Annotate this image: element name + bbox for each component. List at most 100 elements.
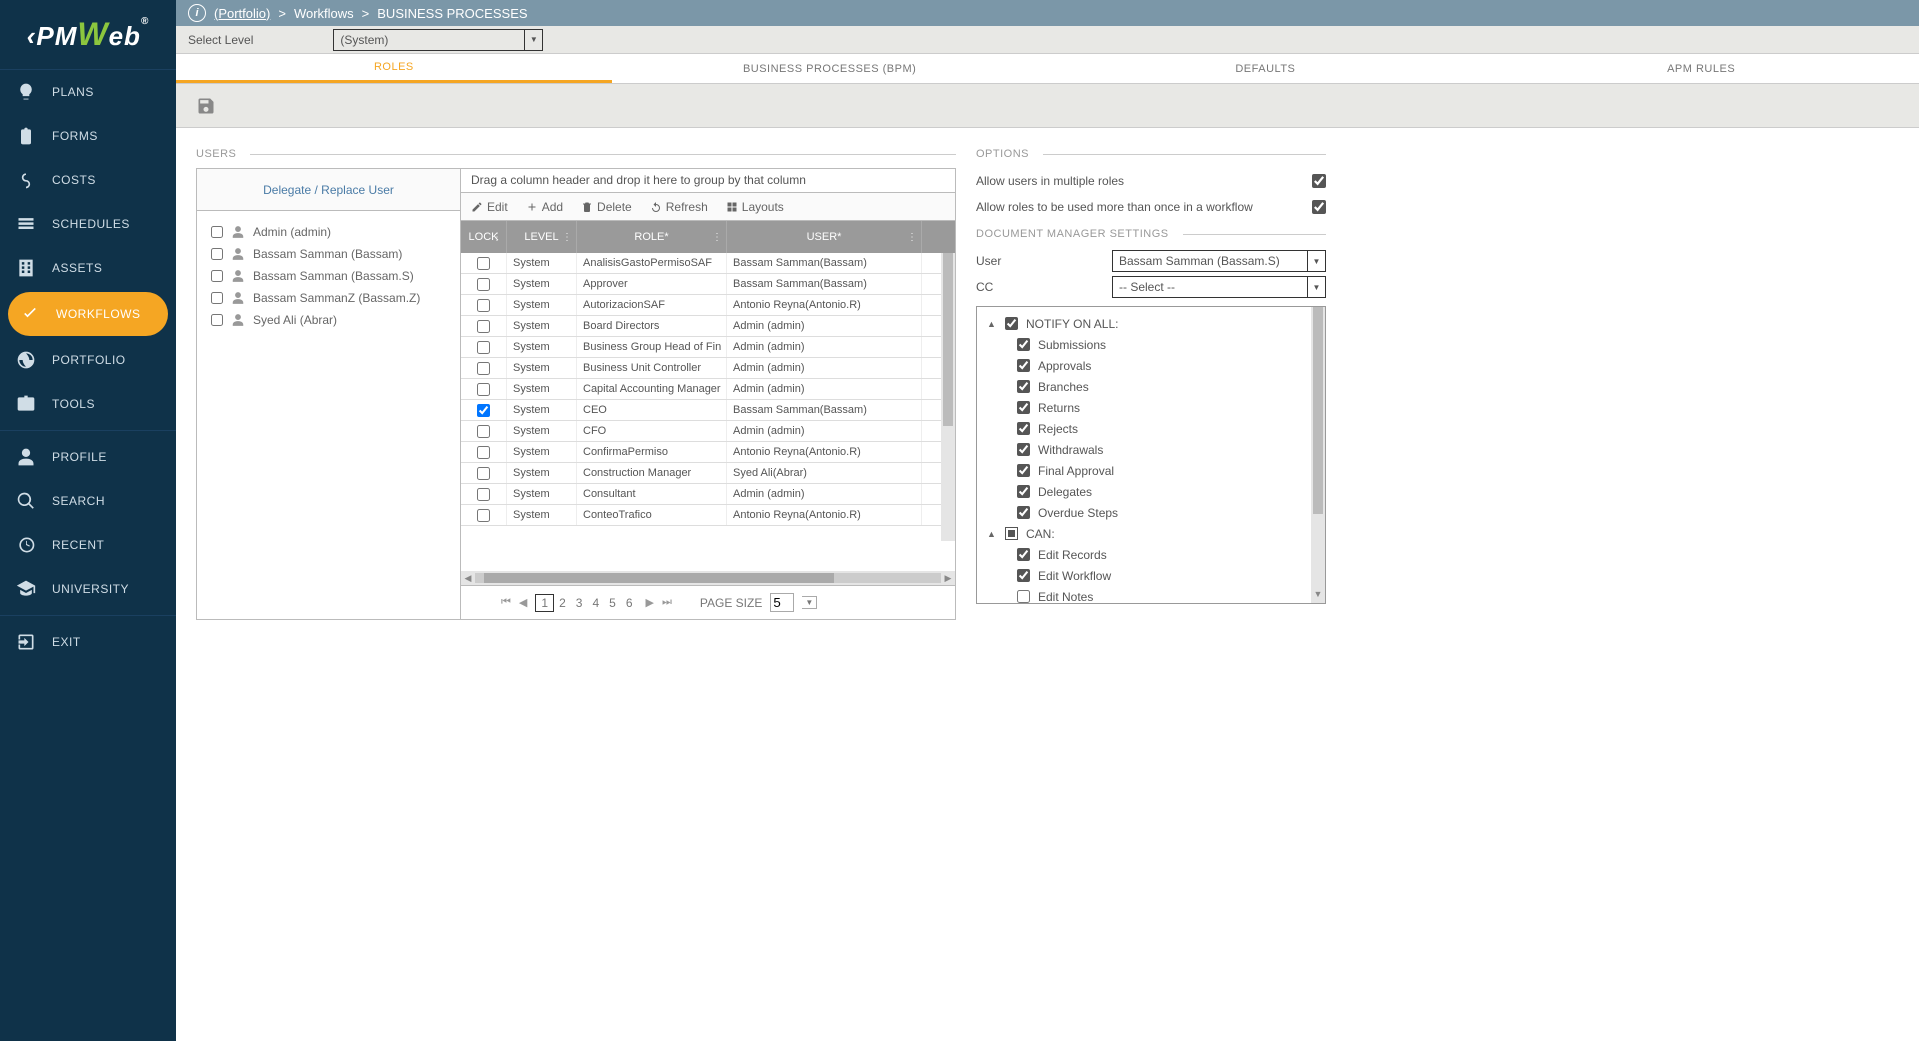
table-row[interactable]: SystemCapital Accounting ManagerAdmin (a…: [461, 379, 955, 400]
tree-item[interactable]: Returns: [987, 397, 1315, 418]
tree-item[interactable]: Edit Workflow: [987, 565, 1315, 586]
grid-edit-button[interactable]: Edit: [471, 200, 508, 214]
table-row[interactable]: SystemBoard DirectorsAdmin (admin): [461, 316, 955, 337]
user-checkbox[interactable]: [211, 270, 223, 282]
user-checkbox[interactable]: [211, 248, 223, 260]
lock-checkbox[interactable]: [477, 278, 490, 291]
table-row[interactable]: SystemCEOBassam Samman(Bassam): [461, 400, 955, 421]
tree-checkbox[interactable]: [1017, 548, 1030, 561]
tree-item[interactable]: Approvals: [987, 355, 1315, 376]
tree-checkbox[interactable]: [1017, 464, 1030, 477]
user-row[interactable]: Admin (admin): [211, 221, 446, 243]
col-header-user[interactable]: USER*⋮: [727, 221, 922, 253]
col-menu-icon[interactable]: ⋮: [492, 232, 502, 243]
lock-checkbox[interactable]: [477, 425, 490, 438]
sidebar-item-plans[interactable]: PLANS: [0, 70, 176, 114]
tree-checkbox[interactable]: [1017, 359, 1030, 372]
sidebar-item-workflows[interactable]: WORKFLOWS: [8, 292, 168, 336]
col-menu-icon[interactable]: ⋮: [562, 232, 572, 243]
tree-checkbox[interactable]: [1017, 338, 1030, 351]
lock-checkbox[interactable]: [477, 320, 490, 333]
caret-icon[interactable]: ▲: [987, 529, 997, 539]
pager-first[interactable]: ⏮: [501, 596, 511, 609]
lock-checkbox[interactable]: [477, 404, 490, 417]
lock-checkbox[interactable]: [477, 446, 490, 459]
tree-item[interactable]: Submissions: [987, 334, 1315, 355]
opt-multiple-roles-check[interactable]: [1312, 174, 1326, 188]
tab-roles[interactable]: ROLES: [176, 54, 612, 83]
pager-prev[interactable]: ◀: [519, 596, 527, 609]
tree-group-notify[interactable]: ▲NOTIFY ON ALL:: [987, 313, 1315, 334]
grid-delete-button[interactable]: Delete: [581, 200, 632, 214]
delegate-header[interactable]: Delegate / Replace User: [197, 169, 460, 211]
user-checkbox[interactable]: [211, 314, 223, 326]
lock-checkbox[interactable]: [477, 299, 490, 312]
sidebar-item-forms[interactable]: FORMS: [0, 114, 176, 158]
table-row[interactable]: SystemAnalisisGastoPermisoSAFBassam Samm…: [461, 253, 955, 274]
pager-page-1[interactable]: 1: [535, 594, 554, 612]
cc-select[interactable]: -- Select -- ▼: [1112, 276, 1326, 298]
sidebar-item-recent[interactable]: RECENT: [0, 523, 176, 567]
sidebar-item-university[interactable]: UNIVERSITY: [0, 567, 176, 611]
tree-item[interactable]: Overdue Steps: [987, 502, 1315, 523]
user-row[interactable]: Bassam Samman (Bassam): [211, 243, 446, 265]
breadcrumb-workflows[interactable]: Workflows: [294, 6, 354, 21]
lock-checkbox[interactable]: [477, 488, 490, 501]
save-icon[interactable]: [196, 96, 216, 116]
tree-vscroll[interactable]: ▼: [1311, 307, 1325, 603]
lock-checkbox[interactable]: [477, 341, 490, 354]
grid-vscroll[interactable]: [941, 253, 955, 541]
table-row[interactable]: SystemConsultantAdmin (admin): [461, 484, 955, 505]
table-row[interactable]: SystemConteoTraficoAntonio Reyna(Antonio…: [461, 505, 955, 526]
lock-checkbox[interactable]: [477, 257, 490, 270]
tree-item[interactable]: Final Approval: [987, 460, 1315, 481]
caret-icon[interactable]: ▲: [987, 319, 997, 329]
tree-item[interactable]: Branches: [987, 376, 1315, 397]
user-row[interactable]: Syed Ali (Abrar): [211, 309, 446, 331]
sidebar-item-assets[interactable]: ASSETS: [0, 246, 176, 290]
sidebar-item-tools[interactable]: TOOLS: [0, 382, 176, 426]
pager-page-6[interactable]: 6: [621, 595, 638, 611]
pager-last[interactable]: ⏭: [662, 596, 672, 609]
grid-group-hint[interactable]: Drag a column header and drop it here to…: [461, 169, 955, 193]
col-header-level[interactable]: LEVEL⋮: [507, 221, 577, 253]
table-row[interactable]: SystemConfirmaPermisoAntonio Reyna(Anton…: [461, 442, 955, 463]
tree-item[interactable]: Edit Notes: [987, 586, 1315, 604]
tab-defaults[interactable]: DEFAULTS: [1048, 54, 1484, 83]
pager-next[interactable]: ▶: [646, 596, 654, 609]
tree-item[interactable]: Withdrawals: [987, 439, 1315, 460]
sidebar-item-portfolio[interactable]: PORTFOLIO: [0, 338, 176, 382]
user-select[interactable]: Bassam Samman (Bassam.S) ▼: [1112, 250, 1326, 272]
can-indeterminate-check[interactable]: [1005, 527, 1018, 540]
notify-all-check[interactable]: [1005, 317, 1018, 330]
user-row[interactable]: Bassam SammanZ (Bassam.Z): [211, 287, 446, 309]
sidebar-item-schedules[interactable]: SCHEDULES: [0, 202, 176, 246]
sidebar-item-profile[interactable]: PROFILE: [0, 435, 176, 479]
lock-checkbox[interactable]: [477, 509, 490, 522]
col-header-role[interactable]: ROLE*⋮: [577, 221, 727, 253]
col-header-lock[interactable]: LOCK⋮: [461, 221, 507, 253]
tree-checkbox[interactable]: [1017, 443, 1030, 456]
grid-hscroll[interactable]: ◀▶: [461, 571, 955, 585]
grid-add-button[interactable]: Add: [526, 200, 563, 214]
tree-checkbox[interactable]: [1017, 485, 1030, 498]
select-level-dropdown[interactable]: (System) ▼: [333, 29, 543, 51]
user-row[interactable]: Bassam Samman (Bassam.S): [211, 265, 446, 287]
page-size-input[interactable]: [770, 593, 794, 612]
tree-checkbox[interactable]: [1017, 422, 1030, 435]
tree-checkbox[interactable]: [1017, 380, 1030, 393]
table-row[interactable]: SystemAutorizacionSAFAntonio Reyna(Anton…: [461, 295, 955, 316]
breadcrumb-portfolio[interactable]: (Portfolio): [214, 6, 270, 21]
lock-checkbox[interactable]: [477, 383, 490, 396]
col-menu-icon[interactable]: ⋮: [907, 232, 917, 243]
tree-group-can[interactable]: ▲CAN:: [987, 523, 1315, 544]
info-icon[interactable]: i: [188, 4, 206, 22]
col-menu-icon[interactable]: ⋮: [712, 232, 722, 243]
lock-checkbox[interactable]: [477, 362, 490, 375]
pager-page-5[interactable]: 5: [604, 595, 621, 611]
user-checkbox[interactable]: [211, 226, 223, 238]
tree-item[interactable]: Rejects: [987, 418, 1315, 439]
sidebar-item-costs[interactable]: COSTS: [0, 158, 176, 202]
tree-item[interactable]: Edit Records: [987, 544, 1315, 565]
tree-checkbox[interactable]: [1017, 506, 1030, 519]
